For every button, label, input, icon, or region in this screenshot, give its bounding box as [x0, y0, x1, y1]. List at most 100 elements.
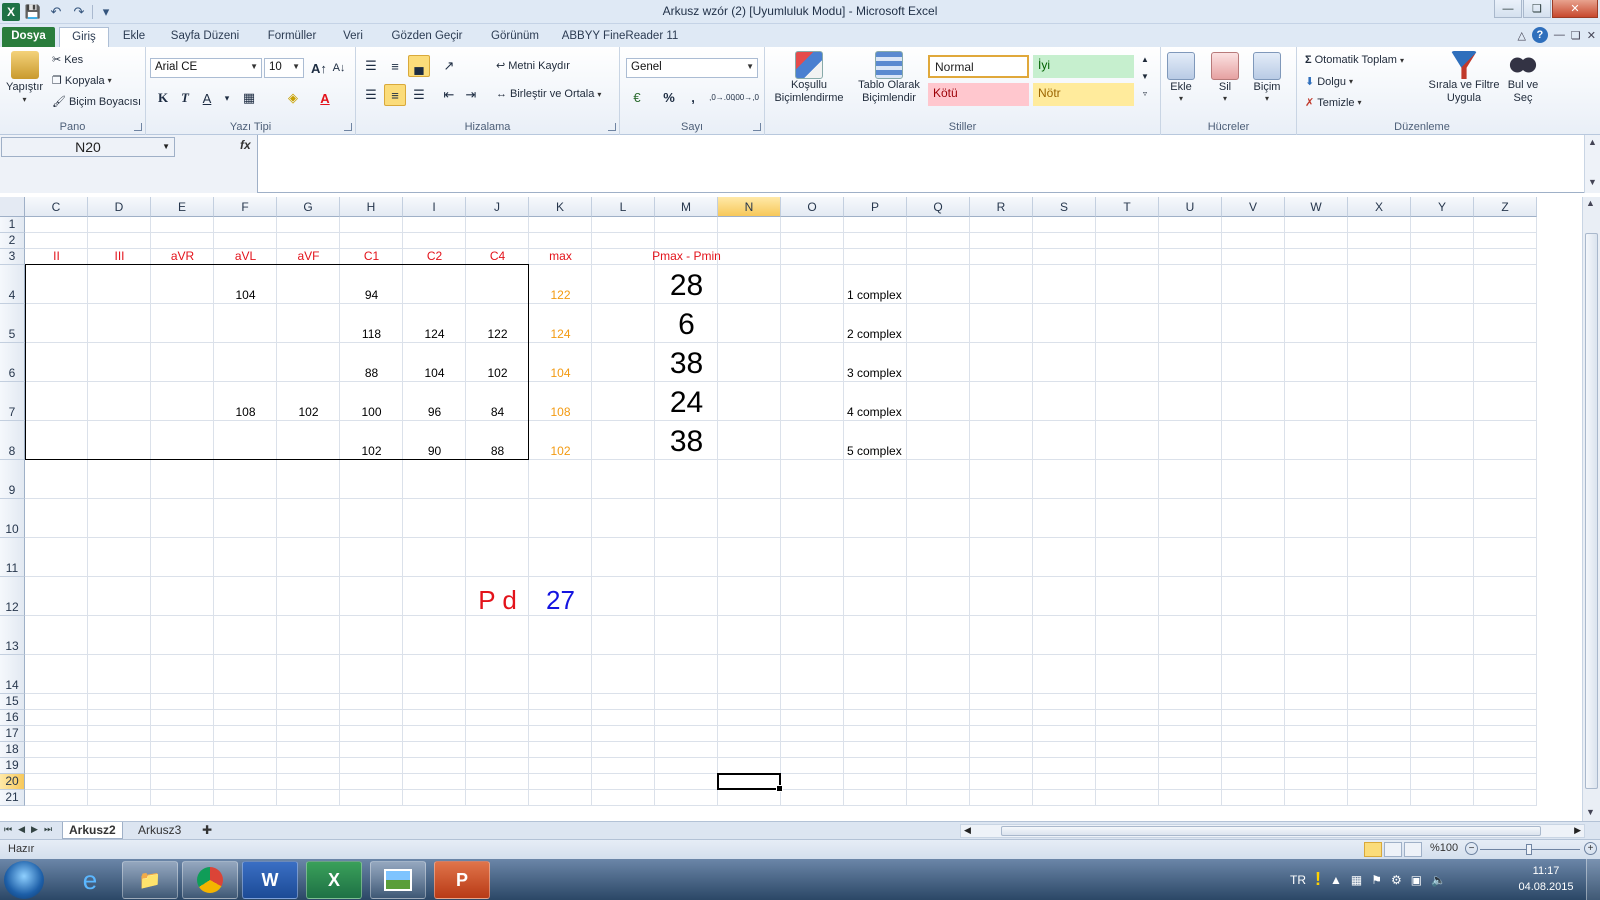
row-header-8[interactable]: 8: [0, 421, 25, 460]
header-k[interactable]: max: [529, 249, 592, 265]
font-name-combo[interactable]: Arial CE ▼: [150, 58, 262, 78]
borders-icon[interactable]: ▦: [238, 87, 260, 109]
paste-button[interactable]: Yapıştır ▾: [6, 51, 43, 104]
increase-decimal-button[interactable]: ,0→.00: [709, 86, 735, 108]
zoom-out-icon[interactable]: −: [1465, 842, 1478, 855]
normal-view-icon[interactable]: [1364, 842, 1382, 857]
ie-icon[interactable]: e: [62, 861, 118, 899]
row-header-17[interactable]: 17: [0, 726, 25, 742]
last-sheet-icon[interactable]: ⏭: [44, 824, 52, 835]
column-header-g[interactable]: G: [277, 197, 340, 217]
column-header-p[interactable]: P: [844, 197, 907, 217]
bold-button[interactable]: K: [152, 87, 174, 109]
row-header-5[interactable]: 5: [0, 304, 25, 343]
tab-home[interactable]: Giriş: [59, 27, 109, 47]
insert-function-button[interactable]: fx: [240, 138, 251, 152]
autosum-button[interactable]: Σ Otomatik Toplam ▾: [1305, 54, 1404, 66]
vertical-scrollbar[interactable]: ▲ ▼: [1582, 197, 1600, 821]
header-j[interactable]: C4: [466, 249, 529, 265]
currency-icon[interactable]: €: [626, 86, 648, 108]
column-header-m[interactable]: M: [655, 197, 718, 217]
excel-icon[interactable]: X: [306, 861, 362, 899]
font-launcher-icon[interactable]: [344, 123, 352, 131]
shrink-font-icon[interactable]: A↓: [328, 57, 350, 79]
row-header-15[interactable]: 15: [0, 694, 25, 710]
header-f[interactable]: aVL: [214, 249, 277, 265]
pmax-pmin-value[interactable]: 24: [655, 382, 718, 421]
chrome-icon[interactable]: [182, 861, 238, 899]
row-header-21[interactable]: 21: [0, 790, 25, 806]
column-header-y[interactable]: Y: [1411, 197, 1474, 217]
restore-button[interactable]: ❏: [1523, 0, 1551, 18]
row-header-3[interactable]: 3: [0, 249, 25, 265]
alignment-launcher-icon[interactable]: [608, 123, 616, 131]
header-i[interactable]: C2: [403, 249, 466, 265]
number-launcher-icon[interactable]: [753, 123, 761, 131]
complex-label[interactable]: 2 complex: [844, 304, 907, 343]
complex-label[interactable]: 3 complex: [844, 343, 907, 382]
row-header-13[interactable]: 13: [0, 616, 25, 655]
complex-label[interactable]: 1 complex: [844, 265, 907, 304]
tab-abbyy[interactable]: ABBYY FineReader 11: [560, 27, 680, 47]
photo-viewer-icon[interactable]: [370, 861, 426, 899]
column-header-z[interactable]: Z: [1474, 197, 1537, 217]
increase-indent-icon[interactable]: ⇥: [460, 84, 482, 106]
header-pmax-pmin[interactable]: Pmax - Pmin: [635, 249, 738, 265]
formula-bar-expand[interactable]: ▲ ▼: [1584, 135, 1600, 193]
first-sheet-icon[interactable]: ⏮: [4, 824, 12, 835]
comma-button[interactable]: ,: [682, 86, 704, 108]
column-header-l[interactable]: L: [592, 197, 655, 217]
worksheet-grid[interactable]: C D E F G H I J K L M N O P Q R S T U V W X Y Z 1 2 3 4 5 6 7 8 9 10 11 12 1…: [0, 197, 1582, 821]
fill-button[interactable]: ⬇ Dolgu ▾: [1305, 75, 1353, 89]
column-header-u[interactable]: U: [1159, 197, 1222, 217]
tab-file[interactable]: Dosya: [2, 27, 55, 47]
merge-center-button[interactable]: ↔ Birleştir ve Ortala ▾: [496, 88, 601, 100]
font-color-button[interactable]: A: [314, 87, 336, 109]
selected-cell-n20[interactable]: [717, 773, 783, 792]
flag-icon[interactable]: ⚑: [1371, 873, 1382, 887]
align-center-icon[interactable]: ≡: [384, 84, 406, 106]
header-c[interactable]: II: [25, 249, 88, 265]
max-cell[interactable]: 122: [529, 265, 592, 304]
style-neutral[interactable]: Nötr: [1033, 83, 1134, 106]
clipboard-launcher-icon[interactable]: [134, 123, 142, 131]
row-header-12[interactable]: 12: [0, 577, 25, 616]
row-header-19[interactable]: 19: [0, 758, 25, 774]
column-header-v[interactable]: V: [1222, 197, 1285, 217]
header-e[interactable]: aVR: [151, 249, 214, 265]
italic-button[interactable]: T: [174, 87, 196, 109]
volume-icon[interactable]: 🔈: [1431, 873, 1446, 887]
tray-expand-icon[interactable]: ▲: [1330, 873, 1342, 887]
tab-view[interactable]: Görünüm: [484, 27, 546, 47]
underline-button[interactable]: A: [196, 87, 218, 109]
sort-filter-button[interactable]: Sırala ve Filtre Uygula: [1427, 51, 1501, 105]
column-header-x[interactable]: X: [1348, 197, 1411, 217]
insert-cells-button[interactable]: Ekle ▾: [1167, 52, 1195, 103]
close-button[interactable]: ✕: [1552, 0, 1598, 18]
vertical-scroll-thumb[interactable]: [1585, 233, 1598, 789]
row-header-2[interactable]: 2: [0, 233, 25, 249]
workbook-restore-icon[interactable]: ❏: [1571, 29, 1581, 42]
monitor-icon[interactable]: ▣: [1411, 873, 1422, 887]
sheet-tab-arkusz2[interactable]: Arkusz2: [62, 822, 123, 839]
column-header-w[interactable]: W: [1285, 197, 1348, 217]
format-cells-button[interactable]: Biçim ▾: [1253, 52, 1281, 103]
header-h[interactable]: C1: [340, 249, 403, 265]
column-header-h[interactable]: H: [340, 197, 403, 217]
horizontal-scroll-thumb[interactable]: [1001, 826, 1541, 836]
name-box[interactable]: N20 ▼: [1, 137, 175, 157]
format-painter-button[interactable]: 🖌 Biçim Boyacısı: [52, 95, 141, 109]
powerpoint-icon[interactable]: P: [434, 861, 490, 899]
windows-flag-icon[interactable]: ▦: [1351, 873, 1362, 887]
wrap-text-button[interactable]: ↩ Metni Kaydır: [496, 59, 570, 73]
decrease-indent-icon[interactable]: ⇤: [438, 84, 460, 106]
number-format-combo[interactable]: Genel ▼: [626, 58, 758, 78]
column-header-s[interactable]: S: [1033, 197, 1096, 217]
word-icon[interactable]: W: [242, 861, 298, 899]
pd-value[interactable]: 27: [529, 577, 592, 616]
select-all-corner[interactable]: [0, 197, 25, 217]
pmax-pmin-value[interactable]: 38: [655, 421, 718, 460]
new-sheet-icon[interactable]: ✚: [196, 822, 218, 839]
pmax-pmin-value[interactable]: 6: [655, 304, 718, 343]
row-header-9[interactable]: 9: [0, 460, 25, 499]
